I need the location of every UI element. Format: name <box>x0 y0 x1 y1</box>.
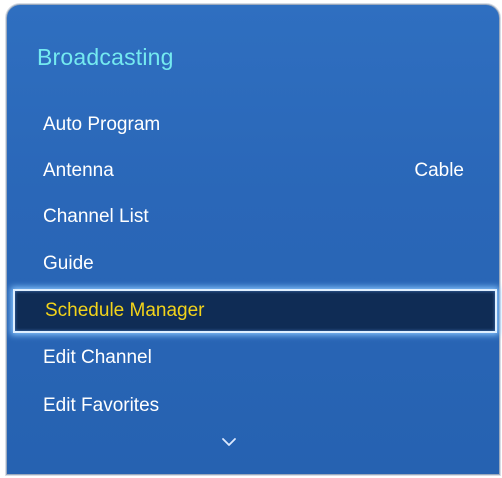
menu-item-label: Channel List <box>43 206 149 227</box>
menu-item-guide[interactable]: Guide <box>6 242 500 286</box>
scroll-down-button[interactable] <box>215 432 243 452</box>
panel-title: Broadcasting <box>37 44 174 70</box>
menu-item-label: Auto Program <box>43 114 161 135</box>
menu-item-label: Edit Favorites <box>43 395 160 416</box>
menu-item-channel-list[interactable]: Channel List <box>6 195 500 239</box>
menu-item-antenna[interactable]: Antenna Cable <box>6 149 500 193</box>
menu-item-edit-channel[interactable]: Edit Channel <box>6 336 500 380</box>
menu-item-schedule-manager[interactable]: Schedule Manager <box>13 289 497 333</box>
menu-item-label: Antenna <box>43 160 114 181</box>
menu-item-label: Edit Channel <box>43 347 152 368</box>
menu-item-label: Guide <box>43 253 94 274</box>
menu-item-label: Schedule Manager <box>45 300 205 321</box>
screen: Broadcasting Auto Program Antenna Cable … <box>0 0 502 478</box>
menu-item-auto-program[interactable]: Auto Program <box>6 103 500 147</box>
chevron-down-icon <box>222 438 236 446</box>
antenna-value: Cable <box>414 160 464 181</box>
menu-item-edit-favorites[interactable]: Edit Favorites <box>6 384 500 428</box>
